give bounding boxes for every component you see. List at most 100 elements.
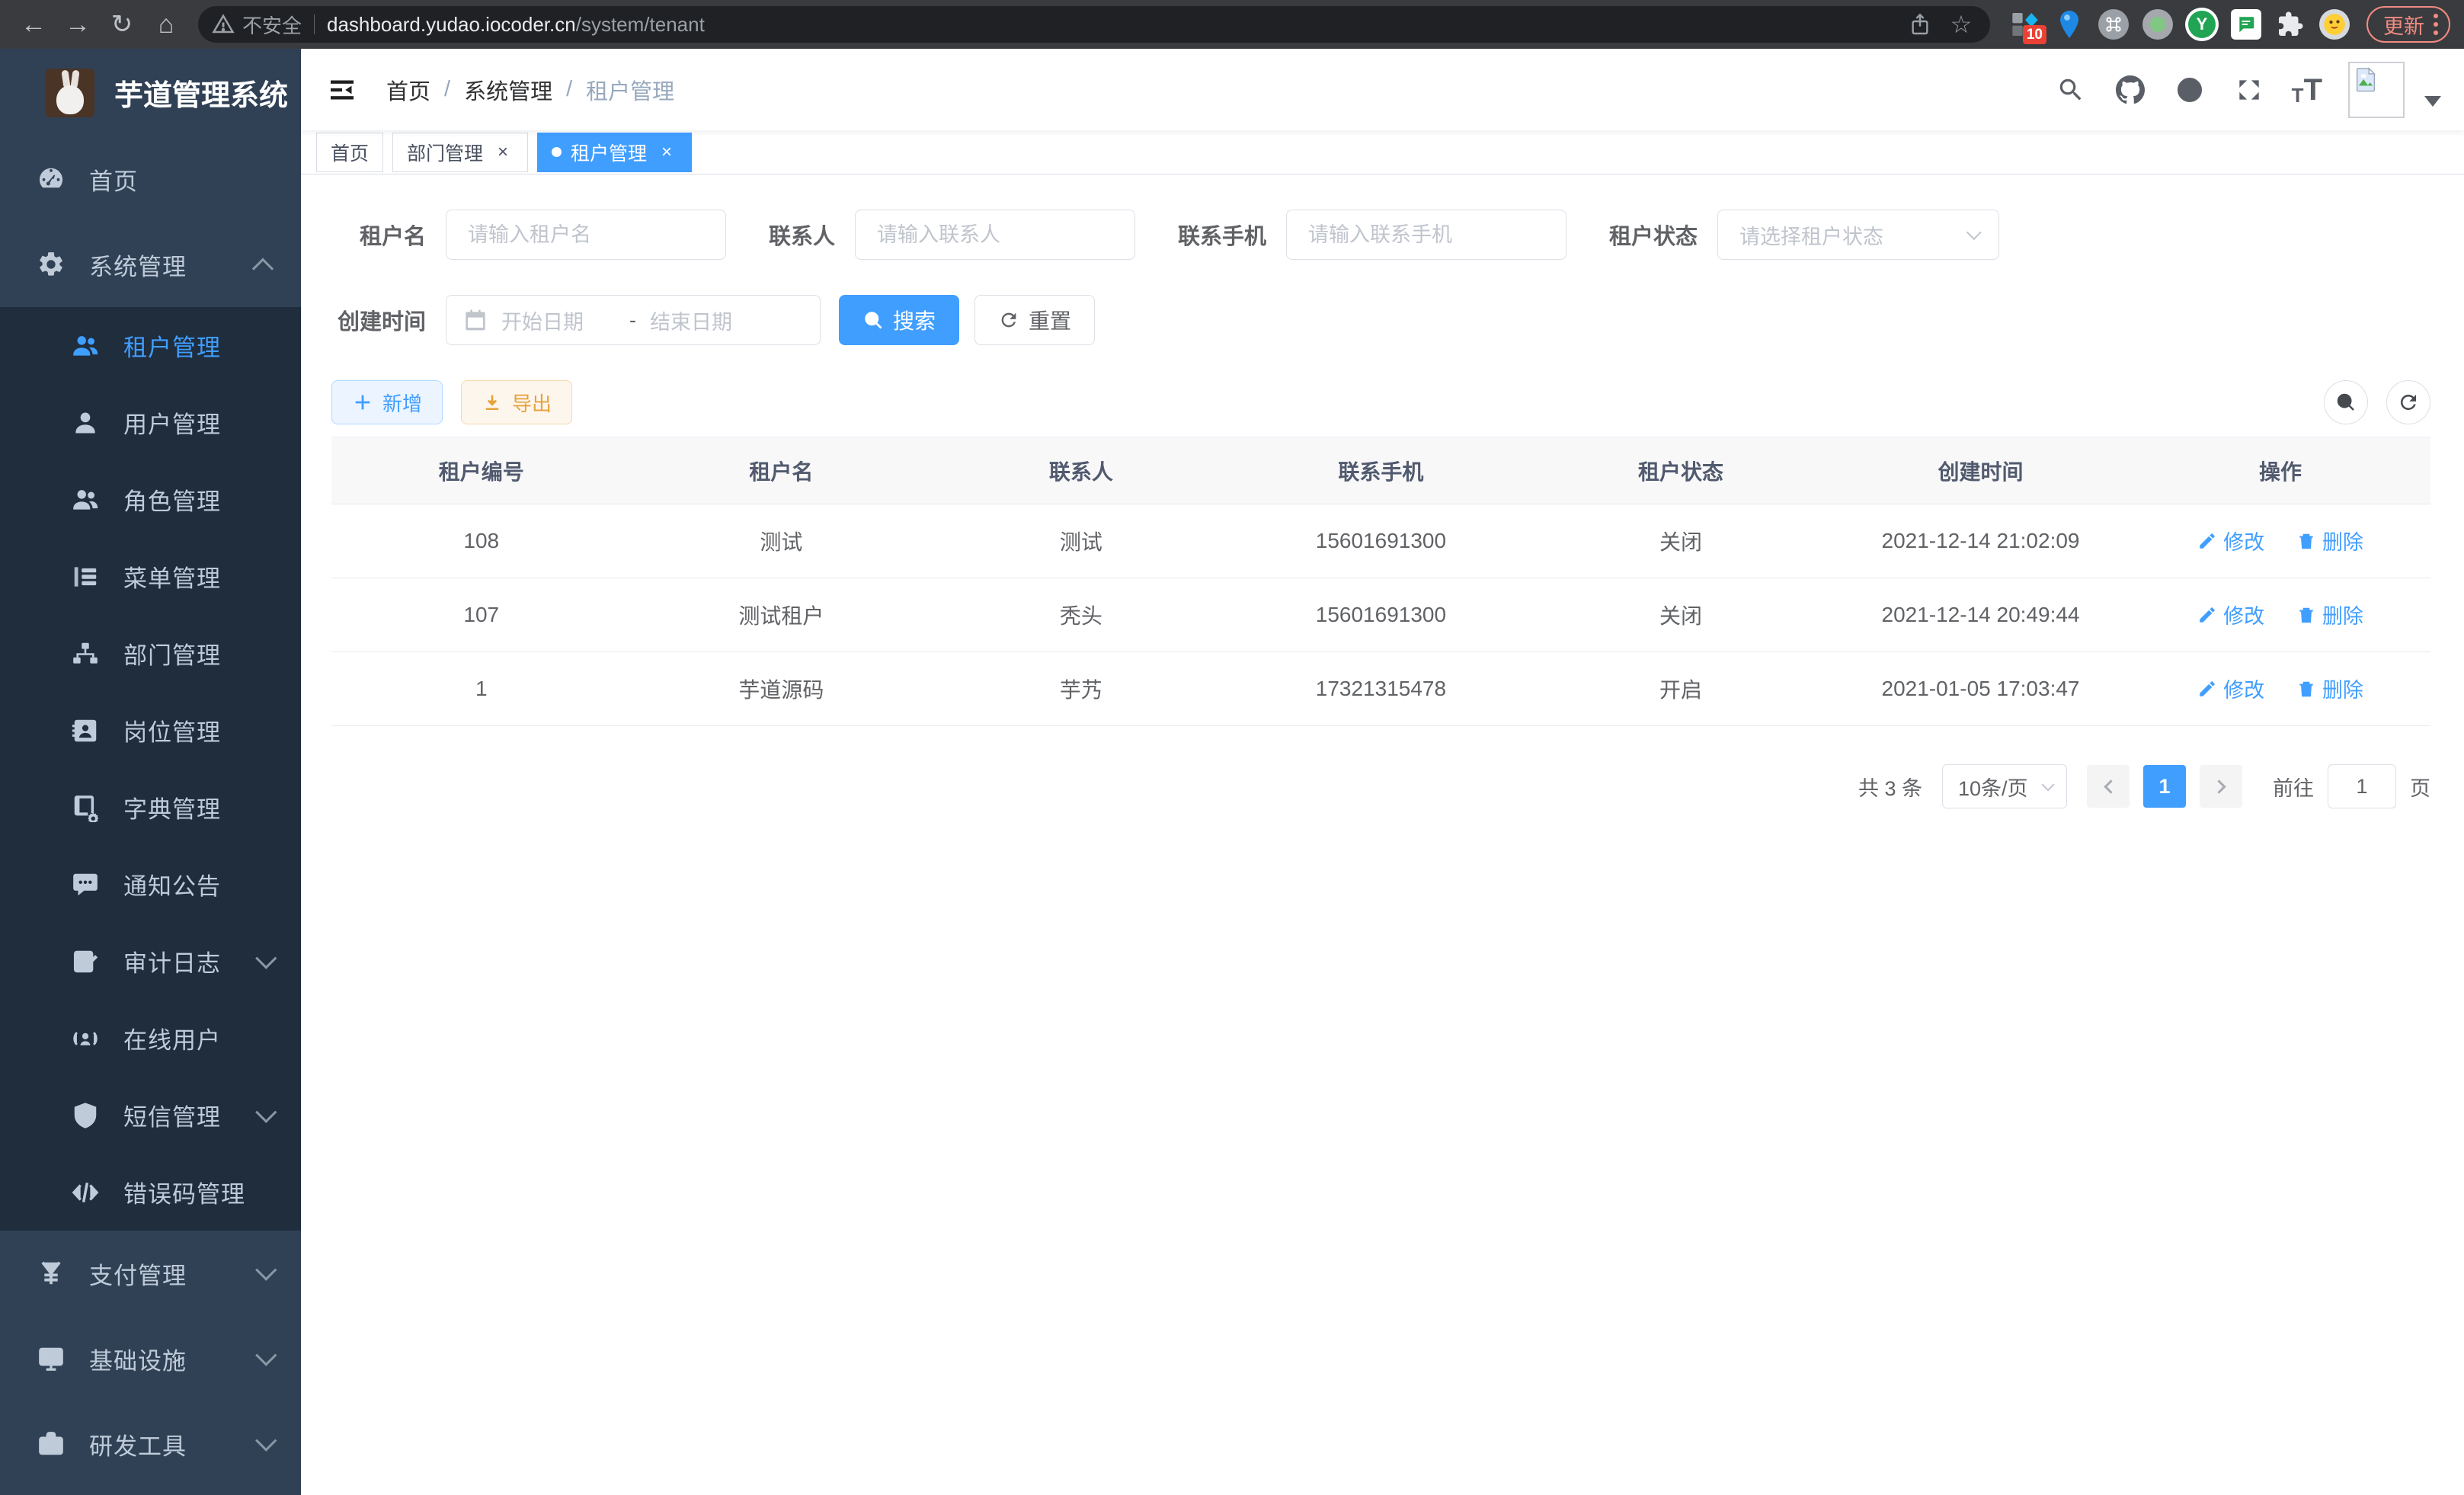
divider <box>314 14 315 34</box>
close-icon[interactable]: × <box>492 142 514 163</box>
breadcrumb-home[interactable]: 首页 <box>386 74 430 106</box>
start-date-placeholder[interactable]: 开始日期 <box>501 306 616 335</box>
extension-command-icon[interactable] <box>2097 8 2130 41</box>
peoples-icon <box>69 331 102 360</box>
sidebar-item-user[interactable]: 用户管理 <box>0 384 301 461</box>
address-bar[interactable]: 不安全 dashboard.yudao.iocoder.cn /system/t… <box>198 6 1990 43</box>
tag-label: 租户管理 <box>571 139 647 166</box>
delete-link[interactable]: 删除 <box>2296 600 2363 629</box>
search-button[interactable]: 搜索 <box>839 295 959 345</box>
user-avatar[interactable] <box>2348 62 2405 118</box>
cell-mobile: 15601691300 <box>1231 529 1531 553</box>
caret-down-icon[interactable] <box>2424 96 2441 107</box>
forward-icon[interactable]: → <box>58 5 98 44</box>
extensions-puzzle-icon[interactable] <box>2274 8 2307 41</box>
sidebar-item-role[interactable]: 角色管理 <box>0 461 301 538</box>
url-host: dashboard.yudao.iocoder.cn <box>327 13 576 37</box>
sidebar-collapse-icon[interactable] <box>325 73 359 107</box>
sidebar-item-label: 错误码管理 <box>123 1175 245 1209</box>
home-icon[interactable]: ⌂ <box>146 5 186 44</box>
sidebar-item-dict[interactable]: 字典管理 <box>0 769 301 846</box>
sidebar-item-notice[interactable]: 通知公告 <box>0 846 301 923</box>
extension-pin-icon[interactable] <box>2053 8 2086 41</box>
sidebar-item-error-code[interactable]: 错误码管理 <box>0 1154 301 1231</box>
back-icon[interactable]: ← <box>14 5 53 44</box>
cell-created: 2021-12-14 21:02:09 <box>1831 529 2131 553</box>
col-header-id: 租户编号 <box>331 456 632 486</box>
sidebar-item-home[interactable]: 首页 <box>0 136 301 222</box>
sidebar-item-audit-log[interactable]: 审计日志 <box>0 923 301 1000</box>
breadcrumb-system[interactable]: 系统管理 <box>464 74 552 106</box>
show-search-toggle-button[interactable] <box>2324 380 2368 424</box>
font-size-icon[interactable]: TT <box>2292 75 2322 105</box>
profile-avatar-icon[interactable] <box>2318 8 2351 41</box>
github-icon[interactable] <box>2114 73 2147 107</box>
extension-chat-icon[interactable] <box>2229 8 2263 41</box>
sidebar-item-menu[interactable]: 菜单管理 <box>0 538 301 615</box>
sidebar-item-post[interactable]: 岗位管理 <box>0 692 301 769</box>
tenant-name-input[interactable] <box>446 210 726 260</box>
sidebar-item-label: 支付管理 <box>89 1257 187 1291</box>
app-logo-row[interactable]: 芋道管理系统 <box>0 49 301 136</box>
page-size-select[interactable]: 10条/页 <box>1942 764 2067 808</box>
sidebar-item-system[interactable]: 系统管理 <box>0 222 301 307</box>
refresh-table-button[interactable] <box>2386 380 2430 424</box>
extension-gray-green-icon[interactable] <box>2141 8 2174 41</box>
close-icon[interactable]: × <box>656 142 677 163</box>
reset-button[interactable]: 重置 <box>974 295 1095 345</box>
post-badge-icon <box>69 716 102 745</box>
delete-link[interactable]: 删除 <box>2296 674 2363 703</box>
chevron-down-icon <box>255 1430 277 1452</box>
delete-link[interactable]: 删除 <box>2296 526 2363 555</box>
sidebar-item-label: 岗位管理 <box>123 713 221 748</box>
bookmark-star-icon[interactable]: ☆ <box>1946 9 1976 40</box>
cell-actions: 修改 删除 <box>2130 600 2430 630</box>
goto-label: 前往 <box>2273 772 2314 802</box>
edit-link[interactable]: 修改 <box>2197 674 2264 703</box>
sidebar-item-dept[interactable]: 部门管理 <box>0 615 301 692</box>
edit-link[interactable]: 修改 <box>2197 526 2264 555</box>
browser-toolbar: ← → ↻ ⌂ 不安全 dashboard.yudao.iocoder.cn /… <box>0 0 2464 49</box>
security-label[interactable]: 不安全 <box>242 11 302 39</box>
date-range-picker[interactable]: 开始日期 - 结束日期 <box>446 295 821 345</box>
extension-tabs-icon[interactable]: 10 <box>2008 8 2042 41</box>
prev-page-button[interactable] <box>2087 765 2130 808</box>
tag-dept[interactable]: 部门管理 × <box>392 133 528 172</box>
sidebar-item-label: 部门管理 <box>123 636 221 671</box>
sidebar-item-label: 用户管理 <box>123 405 221 440</box>
header-search-icon[interactable] <box>2054 73 2088 107</box>
sidebar-item-tenant[interactable]: 租户管理 <box>0 307 301 384</box>
sidebar-item-infra[interactable]: 基础设施 <box>0 1316 301 1401</box>
next-page-button[interactable] <box>2200 765 2242 808</box>
monitor-icon <box>34 1344 68 1373</box>
extension-y-icon[interactable]: Y <box>2185 8 2219 41</box>
tag-home[interactable]: 首页 <box>316 133 383 172</box>
export-button[interactable]: 导出 <box>461 380 572 424</box>
end-date-placeholder[interactable]: 结束日期 <box>650 306 764 335</box>
tenant-table: 租户编号 租户名 联系人 联系手机 租户状态 创建时间 操作 108 测试 测试… <box>331 437 2430 726</box>
cell-name: 测试 <box>632 526 932 556</box>
shield-check-icon <box>69 1101 102 1130</box>
sidebar-item-sms[interactable]: 短信管理 <box>0 1077 301 1154</box>
fullscreen-icon[interactable] <box>2232 73 2266 107</box>
goto-page-input[interactable] <box>2328 764 2396 808</box>
status-select[interactable]: 请选择租户状态 <box>1717 210 1999 260</box>
sidebar-menu: 首页 系统管理 租户管理 用户管理 角色管理 菜单管理 <box>0 136 301 1495</box>
help-icon[interactable] <box>2173 73 2206 107</box>
tag-tenant[interactable]: 租户管理 × <box>537 133 692 172</box>
sidebar-item-dev-tools[interactable]: 研发工具 <box>0 1401 301 1487</box>
col-header-contact: 联系人 <box>931 456 1231 486</box>
mobile-input[interactable] <box>1286 210 1566 260</box>
share-icon[interactable] <box>1905 9 1935 40</box>
page-1-button[interactable]: 1 <box>2143 765 2186 808</box>
sidebar-item-payment[interactable]: 支付管理 <box>0 1231 301 1316</box>
add-button[interactable]: 新增 <box>331 380 443 424</box>
browser-menu-kebab-icon[interactable] <box>2434 14 2438 35</box>
trash-icon <box>2296 679 2316 699</box>
contact-input[interactable] <box>855 210 1135 260</box>
reload-icon[interactable]: ↻ <box>102 5 142 44</box>
edit-link[interactable]: 修改 <box>2197 600 2264 629</box>
browser-update-button[interactable]: 更新 <box>2366 6 2450 43</box>
trash-icon <box>2296 531 2316 551</box>
sidebar-item-online-users[interactable]: 在线用户 <box>0 1000 301 1077</box>
